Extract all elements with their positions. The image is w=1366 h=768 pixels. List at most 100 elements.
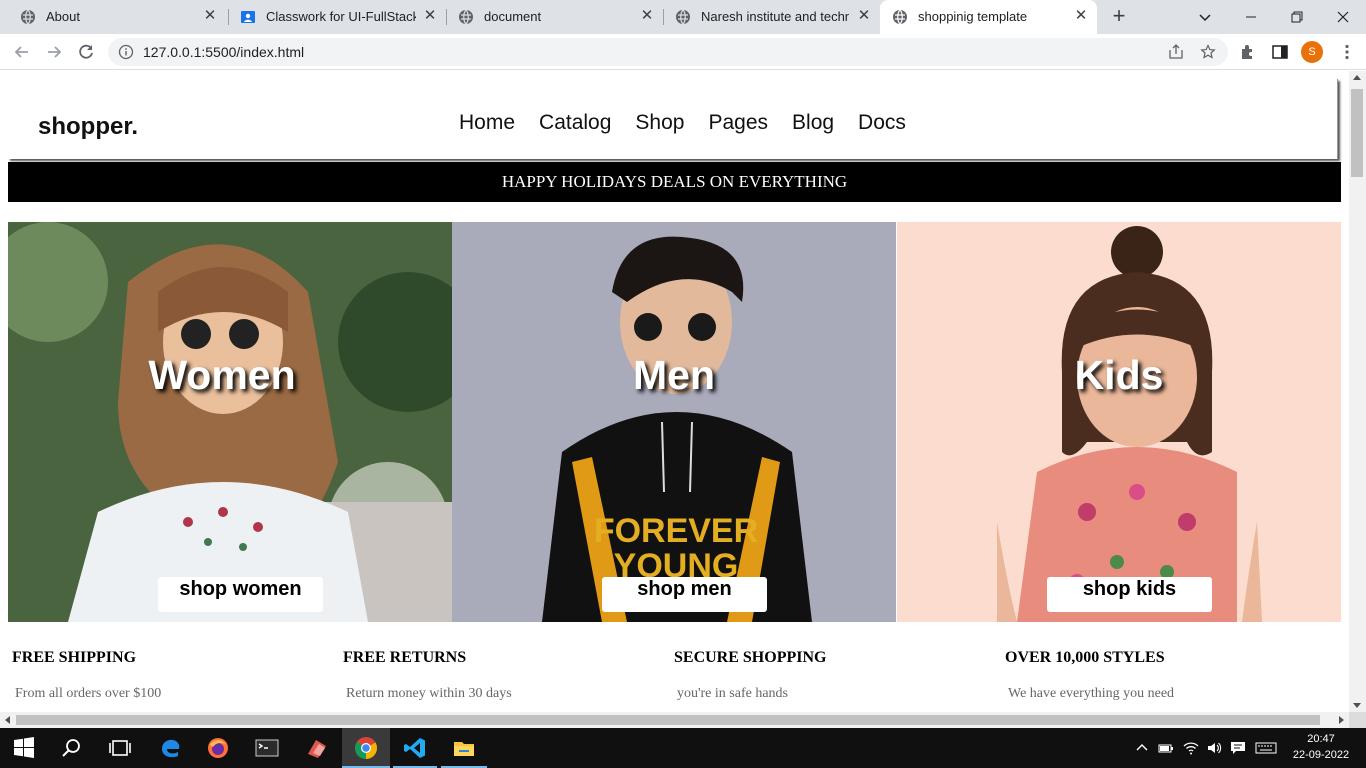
vertical-scrollbar[interactable]	[1349, 71, 1366, 712]
restore-icon[interactable]	[1286, 6, 1308, 28]
info-icon[interactable]	[118, 44, 134, 60]
windows-start-icon[interactable]	[12, 736, 36, 760]
share-icon[interactable]	[1168, 44, 1184, 60]
extensions-puzzle-icon[interactable]	[1239, 43, 1257, 61]
category-men[interactable]: FOREVER YOUNG Men shop men	[452, 222, 896, 622]
feature-text: you're in safe hands	[677, 686, 788, 701]
clock-time: 20:47	[1307, 733, 1335, 745]
new-tab-button[interactable]: +	[1108, 5, 1130, 28]
site-logo[interactable]: shopper.	[38, 113, 138, 141]
classroom-icon	[241, 11, 255, 23]
tab-shopping-template[interactable]: shoppinig template ✕	[880, 0, 1097, 34]
feature-text: We have everything you need	[1008, 686, 1175, 701]
category-kids[interactable]: Kids shop kids	[897, 222, 1341, 622]
scroll-corner	[1349, 712, 1366, 728]
tab-naresh[interactable]: Naresh institute and technol ✕	[663, 0, 880, 34]
reload-icon[interactable]	[76, 42, 96, 62]
tab-title: Naresh institute and technol	[701, 9, 849, 24]
globe-icon	[676, 9, 690, 25]
system-clock[interactable]: 20:47 22-09-2022	[1288, 731, 1354, 763]
feature-text: Return money within 30 days	[346, 686, 512, 701]
edge-icon[interactable]	[158, 736, 182, 760]
side-panel-icon[interactable]	[1271, 43, 1289, 61]
keyboard-icon[interactable]	[1255, 740, 1277, 756]
shop-men-button[interactable]: shop men	[602, 577, 767, 612]
url-text: 127.0.0.1:5500/index.html	[143, 44, 305, 60]
nav-catalog[interactable]: Catalog	[539, 111, 611, 135]
firefox-icon[interactable]	[206, 736, 230, 760]
main-nav: Home Catalog Shop Pages Blog Docs	[459, 111, 906, 135]
globe-icon	[21, 9, 35, 25]
close-icon[interactable]: ✕	[856, 8, 872, 24]
feature-title: FREE SHIPPING	[12, 649, 137, 666]
globe-icon	[459, 9, 473, 25]
battery-icon[interactable]	[1158, 740, 1174, 756]
nav-blog[interactable]: Blog	[792, 111, 834, 135]
nav-shop[interactable]: Shop	[635, 111, 684, 135]
svg-text:FOREVER: FOREVER	[594, 512, 758, 550]
women-photo	[8, 222, 452, 622]
profile-avatar[interactable]: S	[1301, 41, 1323, 63]
page-viewport: shopper. Home Catalog Shop Pages Blog Do…	[0, 71, 1349, 712]
category-title: Women	[148, 352, 296, 398]
minimize-icon[interactable]	[1240, 6, 1262, 28]
tab-classwork[interactable]: Classwork for UI-FullStack-9 ✕	[228, 0, 446, 34]
tab-title: shoppinig template	[918, 9, 1028, 24]
browser-tab-bar: About ✕ Classwork for UI-FullStack-9 ✕ d…	[0, 0, 1366, 34]
kebab-menu-icon[interactable]	[1338, 43, 1356, 61]
wifi-icon[interactable]	[1183, 740, 1199, 756]
site-header: shopper. Home Catalog Shop Pages Blog Do…	[8, 79, 1338, 159]
file-explorer-icon[interactable]	[452, 736, 476, 760]
forward-arrow-icon[interactable]	[44, 42, 64, 62]
clock-date: 22-09-2022	[1292, 749, 1350, 761]
terminal-icon[interactable]	[255, 736, 279, 760]
bookmark-star-icon[interactable]	[1200, 44, 1216, 60]
horizontal-scrollbar[interactable]	[0, 712, 1349, 728]
category-title: Kids	[1074, 352, 1164, 398]
category-title: Men	[633, 352, 715, 398]
nav-home[interactable]: Home	[459, 111, 515, 135]
feature-text: From all orders over $100	[15, 686, 162, 701]
promo-banner: HAPPY HOLIDAYS DEALS ON EVERYTHING	[8, 162, 1341, 202]
tab-title: document	[484, 9, 542, 24]
chevron-up-icon[interactable]	[1134, 740, 1150, 756]
chat-bubble-icon[interactable]	[1230, 740, 1246, 756]
vscode-icon[interactable]	[403, 736, 427, 760]
men-photo: FOREVER YOUNG	[452, 222, 896, 622]
kids-photo	[897, 222, 1341, 622]
nav-pages[interactable]: Pages	[708, 111, 768, 135]
tab-title: About	[46, 9, 80, 24]
scroll-right-icon[interactable]	[1339, 716, 1344, 724]
tab-document[interactable]: document ✕	[446, 0, 663, 34]
chrome-icon[interactable]	[354, 736, 378, 760]
close-window-icon[interactable]	[1332, 6, 1354, 28]
volume-icon[interactable]	[1206, 740, 1222, 756]
back-arrow-icon[interactable]	[12, 42, 32, 62]
tab-title: Classwork for UI-FullStack-9	[266, 9, 416, 24]
tab-about[interactable]: About ✕	[8, 0, 228, 34]
shop-women-button[interactable]: shop women	[158, 577, 323, 612]
windows-taskbar: 20:47 22-09-2022	[0, 728, 1366, 768]
scroll-up-icon[interactable]	[1353, 75, 1361, 80]
globe-icon	[893, 9, 907, 25]
photos-app-icon[interactable]	[305, 736, 329, 760]
nav-docs[interactable]: Docs	[858, 111, 906, 135]
search-icon[interactable]	[60, 736, 84, 760]
scroll-thumb[interactable]	[16, 715, 1320, 725]
scroll-thumb[interactable]	[1351, 89, 1363, 177]
category-women[interactable]: Women shop women	[8, 222, 452, 622]
features-row: FREE SHIPPING From all orders over $100 …	[0, 642, 1349, 712]
shop-kids-button[interactable]: shop kids	[1047, 577, 1212, 612]
scroll-down-icon[interactable]	[1353, 703, 1361, 708]
scroll-left-icon[interactable]	[5, 716, 10, 724]
feature-title: SECURE SHOPPING	[674, 649, 827, 666]
feature-title: FREE RETURNS	[343, 649, 467, 666]
close-icon[interactable]: ✕	[639, 8, 655, 24]
address-bar[interactable]: 127.0.0.1:5500/index.html	[108, 38, 1228, 66]
close-icon[interactable]: ✕	[1073, 8, 1089, 24]
tab-search-icon[interactable]	[1194, 6, 1216, 28]
close-icon[interactable]: ✕	[422, 8, 438, 24]
close-icon[interactable]: ✕	[202, 8, 218, 24]
task-view-icon[interactable]	[108, 736, 132, 760]
feature-title: OVER 10,000 STYLES	[1005, 649, 1165, 666]
